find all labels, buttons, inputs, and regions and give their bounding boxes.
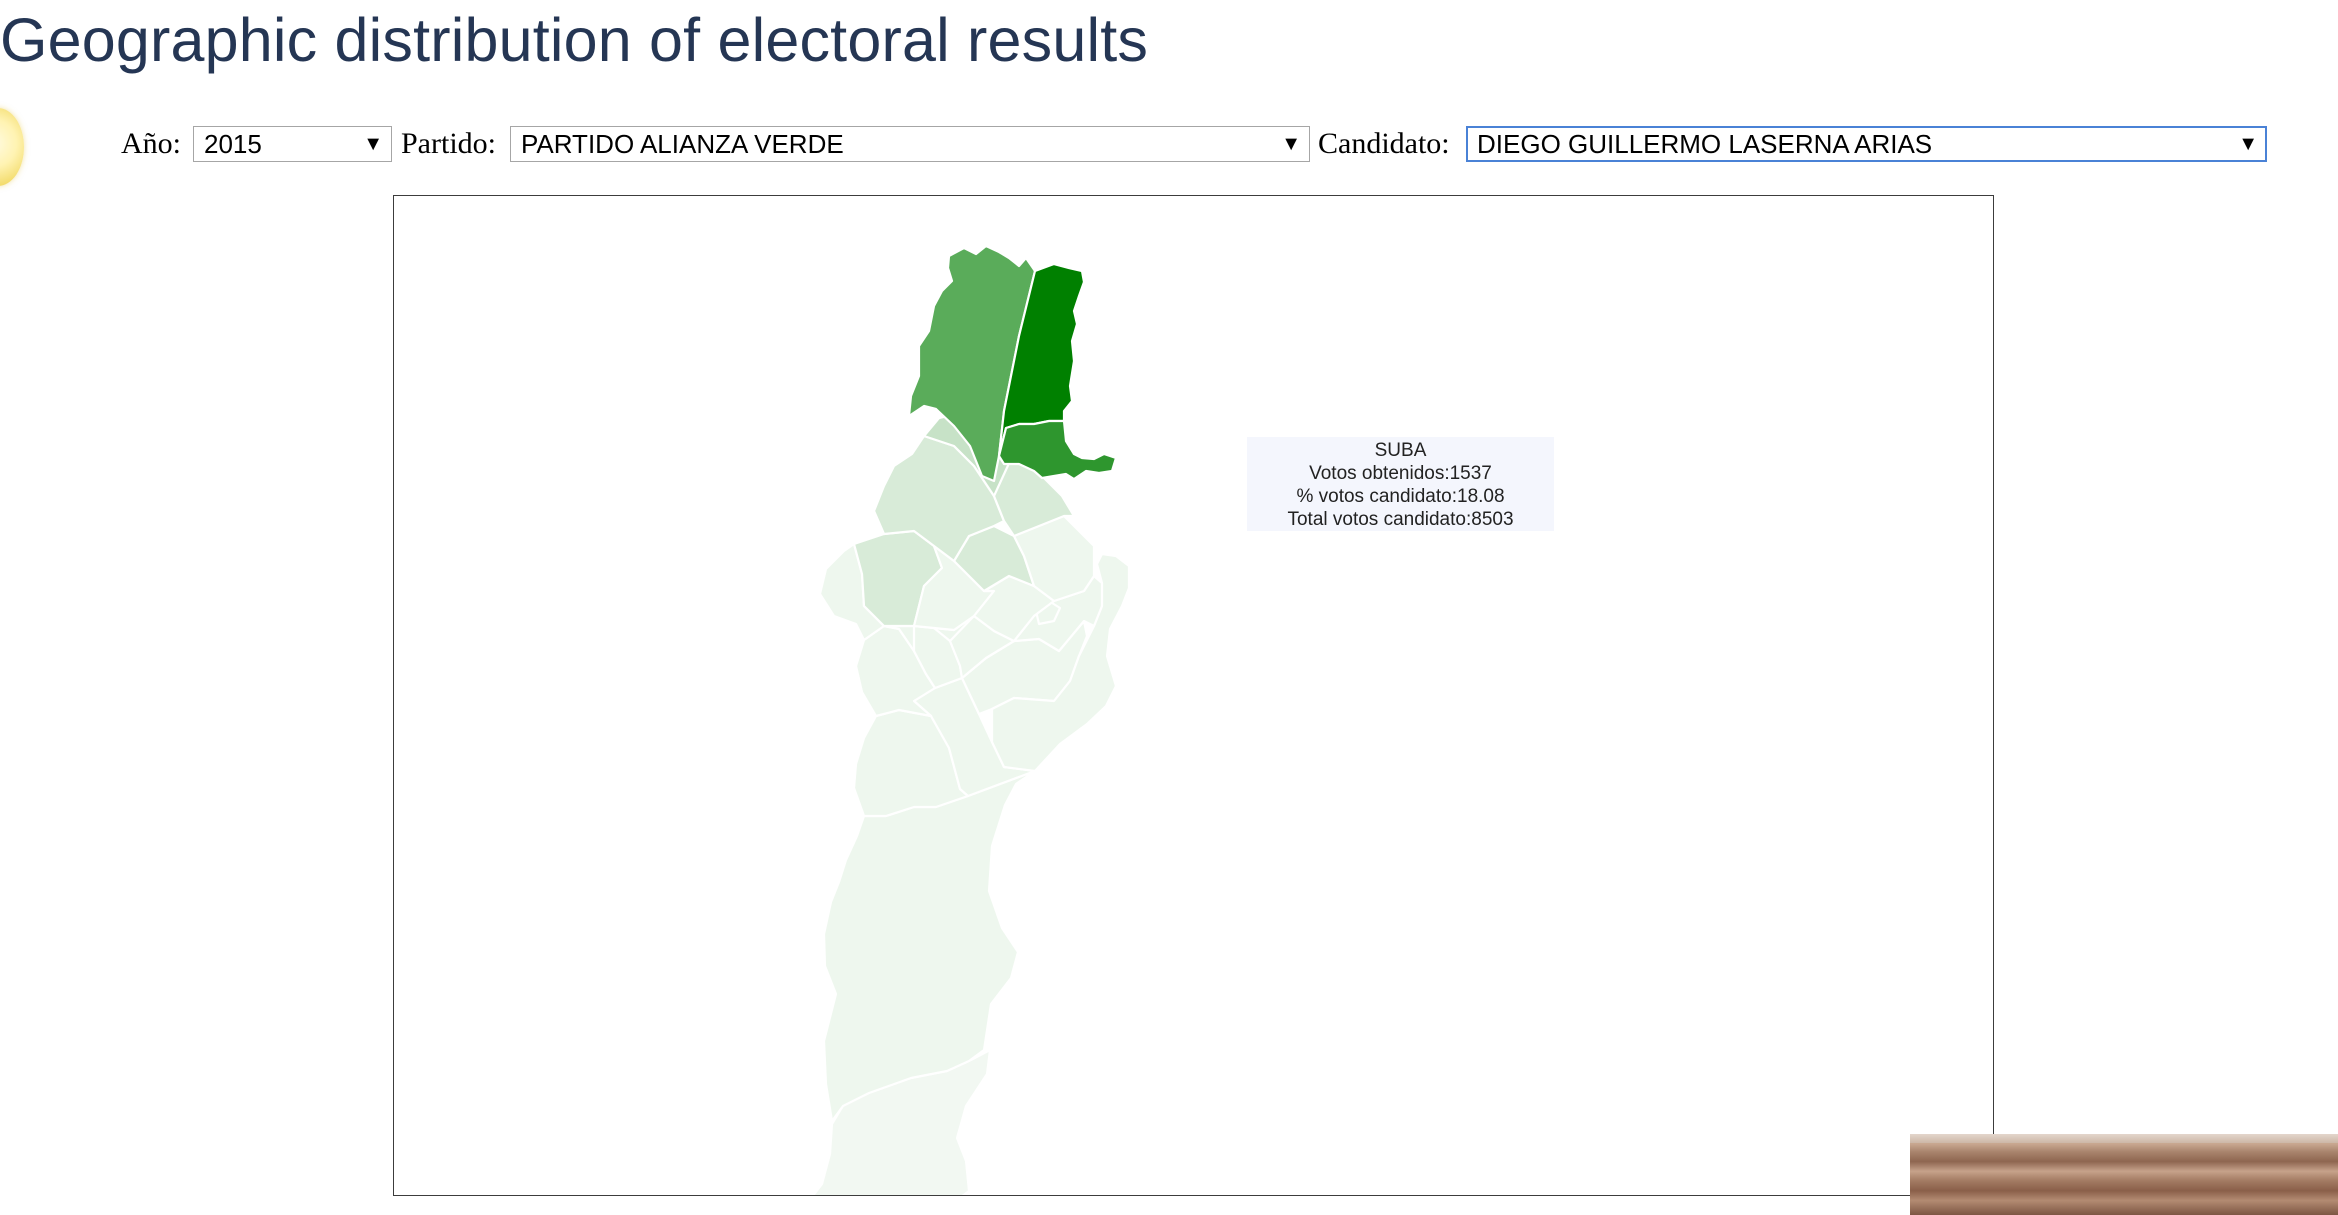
party-select[interactable]: PARTIDO ALIANZA VERDE ▼ bbox=[510, 126, 1310, 162]
party-label: Partido: bbox=[401, 127, 496, 160]
district-tooltip: SUBA Votos obtenidos:1537 % votos candid… bbox=[1247, 437, 1554, 531]
triangle-down-icon: ▼ bbox=[363, 133, 383, 155]
building-photo bbox=[1910, 1134, 2338, 1215]
choropleth-map: SUBA Votos obtenidos:1537 % votos candid… bbox=[393, 195, 1994, 1196]
candidate-select-value: DIEGO GUILLERMO LASERNA ARIAS bbox=[1477, 129, 1933, 159]
tooltip-total: Total votos candidato:8503 bbox=[1287, 509, 1514, 530]
map-svg bbox=[812, 244, 1131, 1195]
tooltip-percent: % votos candidato:18.08 bbox=[1296, 486, 1505, 507]
district-sumapaz[interactable] bbox=[822, 769, 1037, 1123]
candidate-select[interactable]: DIEGO GUILLERMO LASERNA ARIAS ▼ bbox=[1466, 126, 2267, 162]
tooltip-votes: Votos obtenidos:1537 bbox=[1309, 463, 1492, 484]
sun-logo-icon bbox=[0, 108, 24, 186]
tooltip-district-name: SUBA bbox=[1374, 440, 1427, 461]
year-select[interactable]: 2015 ▼ bbox=[193, 126, 392, 162]
year-label: Año: bbox=[121, 127, 181, 160]
page-title: Geographic distribution of electoral res… bbox=[0, 6, 1149, 74]
candidate-label: Candidato: bbox=[1318, 127, 1450, 160]
year-select-value: 2015 bbox=[204, 129, 262, 159]
triangle-down-icon: ▼ bbox=[2238, 133, 2258, 155]
party-select-value: PARTIDO ALIANZA VERDE bbox=[521, 129, 844, 159]
triangle-down-icon: ▼ bbox=[1281, 133, 1301, 155]
